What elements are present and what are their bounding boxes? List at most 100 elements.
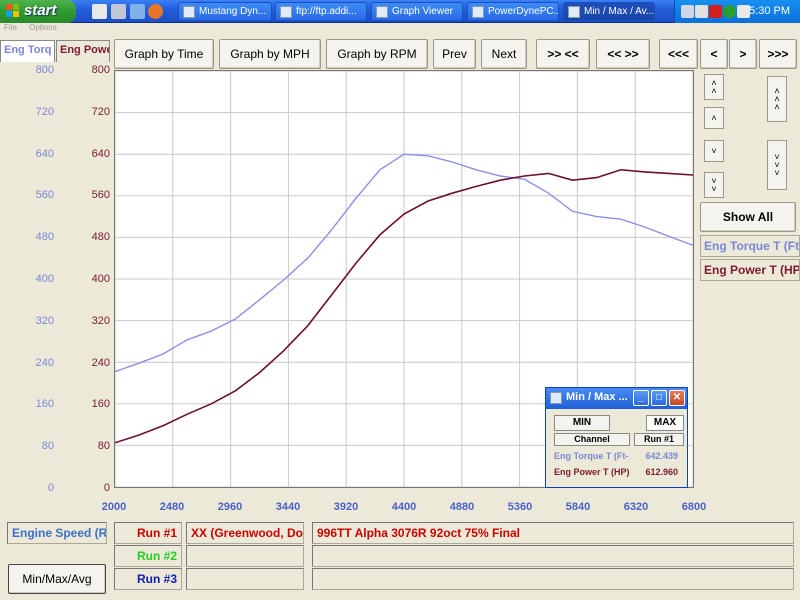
show-desktop-icon[interactable] [92,4,107,19]
max-button[interactable]: MAX [646,415,684,431]
legend-torque[interactable]: Eng Torque T (Ft [700,235,800,257]
run2-name [186,545,304,567]
dialog-titlebar[interactable]: Min / Max ... _ □ ✕ [546,388,687,409]
app-icon [183,6,195,18]
offset-up-button[interactable]: ˄ ˄ ˄ [767,76,787,122]
y-tick-torque: 320 [35,314,54,327]
x-tick: 5360 [507,501,533,513]
minimize-button[interactable]: _ [633,390,649,406]
y-tick-power: 320 [91,314,110,327]
y-tick-power: 0 [103,482,110,494]
windows-logo-icon [6,4,20,18]
x-tick: 2480 [159,501,185,513]
printer-tray-icon[interactable] [681,5,694,18]
next-button[interactable]: Next [481,39,527,69]
explorer-icon[interactable] [130,4,145,19]
x-tick: 2000 [101,501,127,513]
y-tick-torque: 160 [35,398,54,411]
window-icon [550,392,562,404]
zoom-out-button[interactable]: << >> [596,39,650,69]
triple-chevron-down-icon: ˅ ˅ ˅ [774,152,780,178]
prev-button[interactable]: Prev [433,39,476,69]
task-label: ftp://ftp.addi... [296,6,357,17]
scroll-right-button[interactable]: > [729,39,757,69]
channel-header: Channel [554,433,630,446]
menu-file[interactable]: File [4,23,17,32]
row-name: Eng Power T (HP) [554,467,630,477]
printer-icon[interactable] [111,4,126,19]
scroll-left-button[interactable]: < [700,39,728,69]
graph-by-mph-button[interactable]: Graph by MPH [219,39,321,69]
task-ftp[interactable]: ftp://ftp.addi... [275,2,367,21]
network-icon[interactable] [695,5,708,18]
task-min-max[interactable]: Min / Max / Av... [563,2,655,21]
legend-power[interactable]: Eng Power T (HP [700,259,800,281]
scroll-first-button[interactable]: <<< [659,39,698,69]
x-tick: 4400 [391,501,417,513]
y-tick-torque: 80 [41,440,54,453]
task-mustang-dyno[interactable]: Mustang Dyn... [178,2,272,21]
y-tick-torque: 640 [35,147,54,160]
scale-down-button[interactable]: ˅ [704,140,724,162]
y-tick-power: 240 [91,356,110,369]
task-label: Min / Max / Av... [584,6,655,17]
folder-icon [280,6,292,18]
scale-up-button[interactable]: ˄ [704,107,724,129]
y-tick-power: 80 [97,440,110,453]
y-tick-torque: 800 [35,64,54,76]
app-icon [472,6,484,18]
y-tick-power: 160 [91,398,110,411]
task-powerdyne[interactable]: PowerDynePC... [467,2,559,21]
ati-icon[interactable] [709,5,722,18]
x-tick: 6800 [681,501,707,513]
menu-options[interactable]: Options [29,23,57,32]
x-tick: 3920 [333,501,359,513]
y-tick-power: 640 [91,147,110,160]
x-tick: 2960 [217,501,243,513]
double-chevron-up-icon: ˄ ˄ [711,78,717,96]
row-value: 612.960 [645,467,678,477]
scroll-last-button[interactable]: >>> [759,39,797,69]
scale-up-fast-button[interactable]: ˄ ˄ [704,74,724,100]
x-tick: 3440 [275,501,301,513]
x-tick: 5840 [565,501,591,513]
graph-by-time-button[interactable]: Graph by Time [114,39,214,69]
row-value: 642.439 [645,451,678,461]
y-tick-torque: 240 [35,356,54,369]
security-icon[interactable] [723,5,736,18]
start-button[interactable]: start [0,0,76,23]
run1-name: XX (Greenwood, Don [186,522,304,544]
y-tick-torque: 400 [35,273,54,285]
app-icon [376,6,388,18]
show-all-button[interactable]: Show All [700,202,796,232]
task-label: Graph Viewer [392,6,453,17]
y-tick-power: 480 [91,231,110,244]
y-tick-torque: 560 [35,189,54,202]
graph-by-rpm-button[interactable]: Graph by RPM [326,39,428,69]
dialog-row-power: Eng Power T (HP) 612.960 [554,467,682,477]
zoom-in-button[interactable]: >> << [536,39,590,69]
taskbar: start Mustang Dyn... ftp://ftp.addi... G… [0,0,800,23]
y-tick-power: 720 [91,105,110,118]
task-label: Mustang Dyn... [199,6,267,17]
run1-description: 996TT Alpha 3076R 92oct 75% Final [312,522,794,544]
maximize-button[interactable]: □ [651,390,667,406]
dialog-title: Min / Max ... [566,391,628,403]
run3-description [312,568,794,590]
close-button[interactable]: ✕ [669,390,685,406]
scale-down-fast-button[interactable]: ˅ ˅ [704,172,724,198]
y-tick-torque: 480 [35,231,54,244]
clock: 5:30 PM [749,5,790,17]
triple-chevron-up-icon: ˄ ˄ ˄ [774,86,780,112]
y-tick-power: 800 [91,64,110,76]
min-max-avg-button[interactable]: Min/Max/Avg [8,564,106,594]
tab-eng-power[interactable]: Eng Powe [56,40,110,62]
min-button[interactable]: MIN [554,415,610,431]
tab-eng-torque[interactable]: Eng Torq [0,40,55,62]
firefox-icon[interactable] [148,4,163,19]
run2-description [312,545,794,567]
task-graph-viewer[interactable]: Graph Viewer [371,2,463,21]
channel-selector[interactable]: Engine Speed (Rl [7,522,107,544]
y-tick-torque: 0 [47,482,54,494]
offset-down-button[interactable]: ˅ ˅ ˅ [767,140,787,190]
